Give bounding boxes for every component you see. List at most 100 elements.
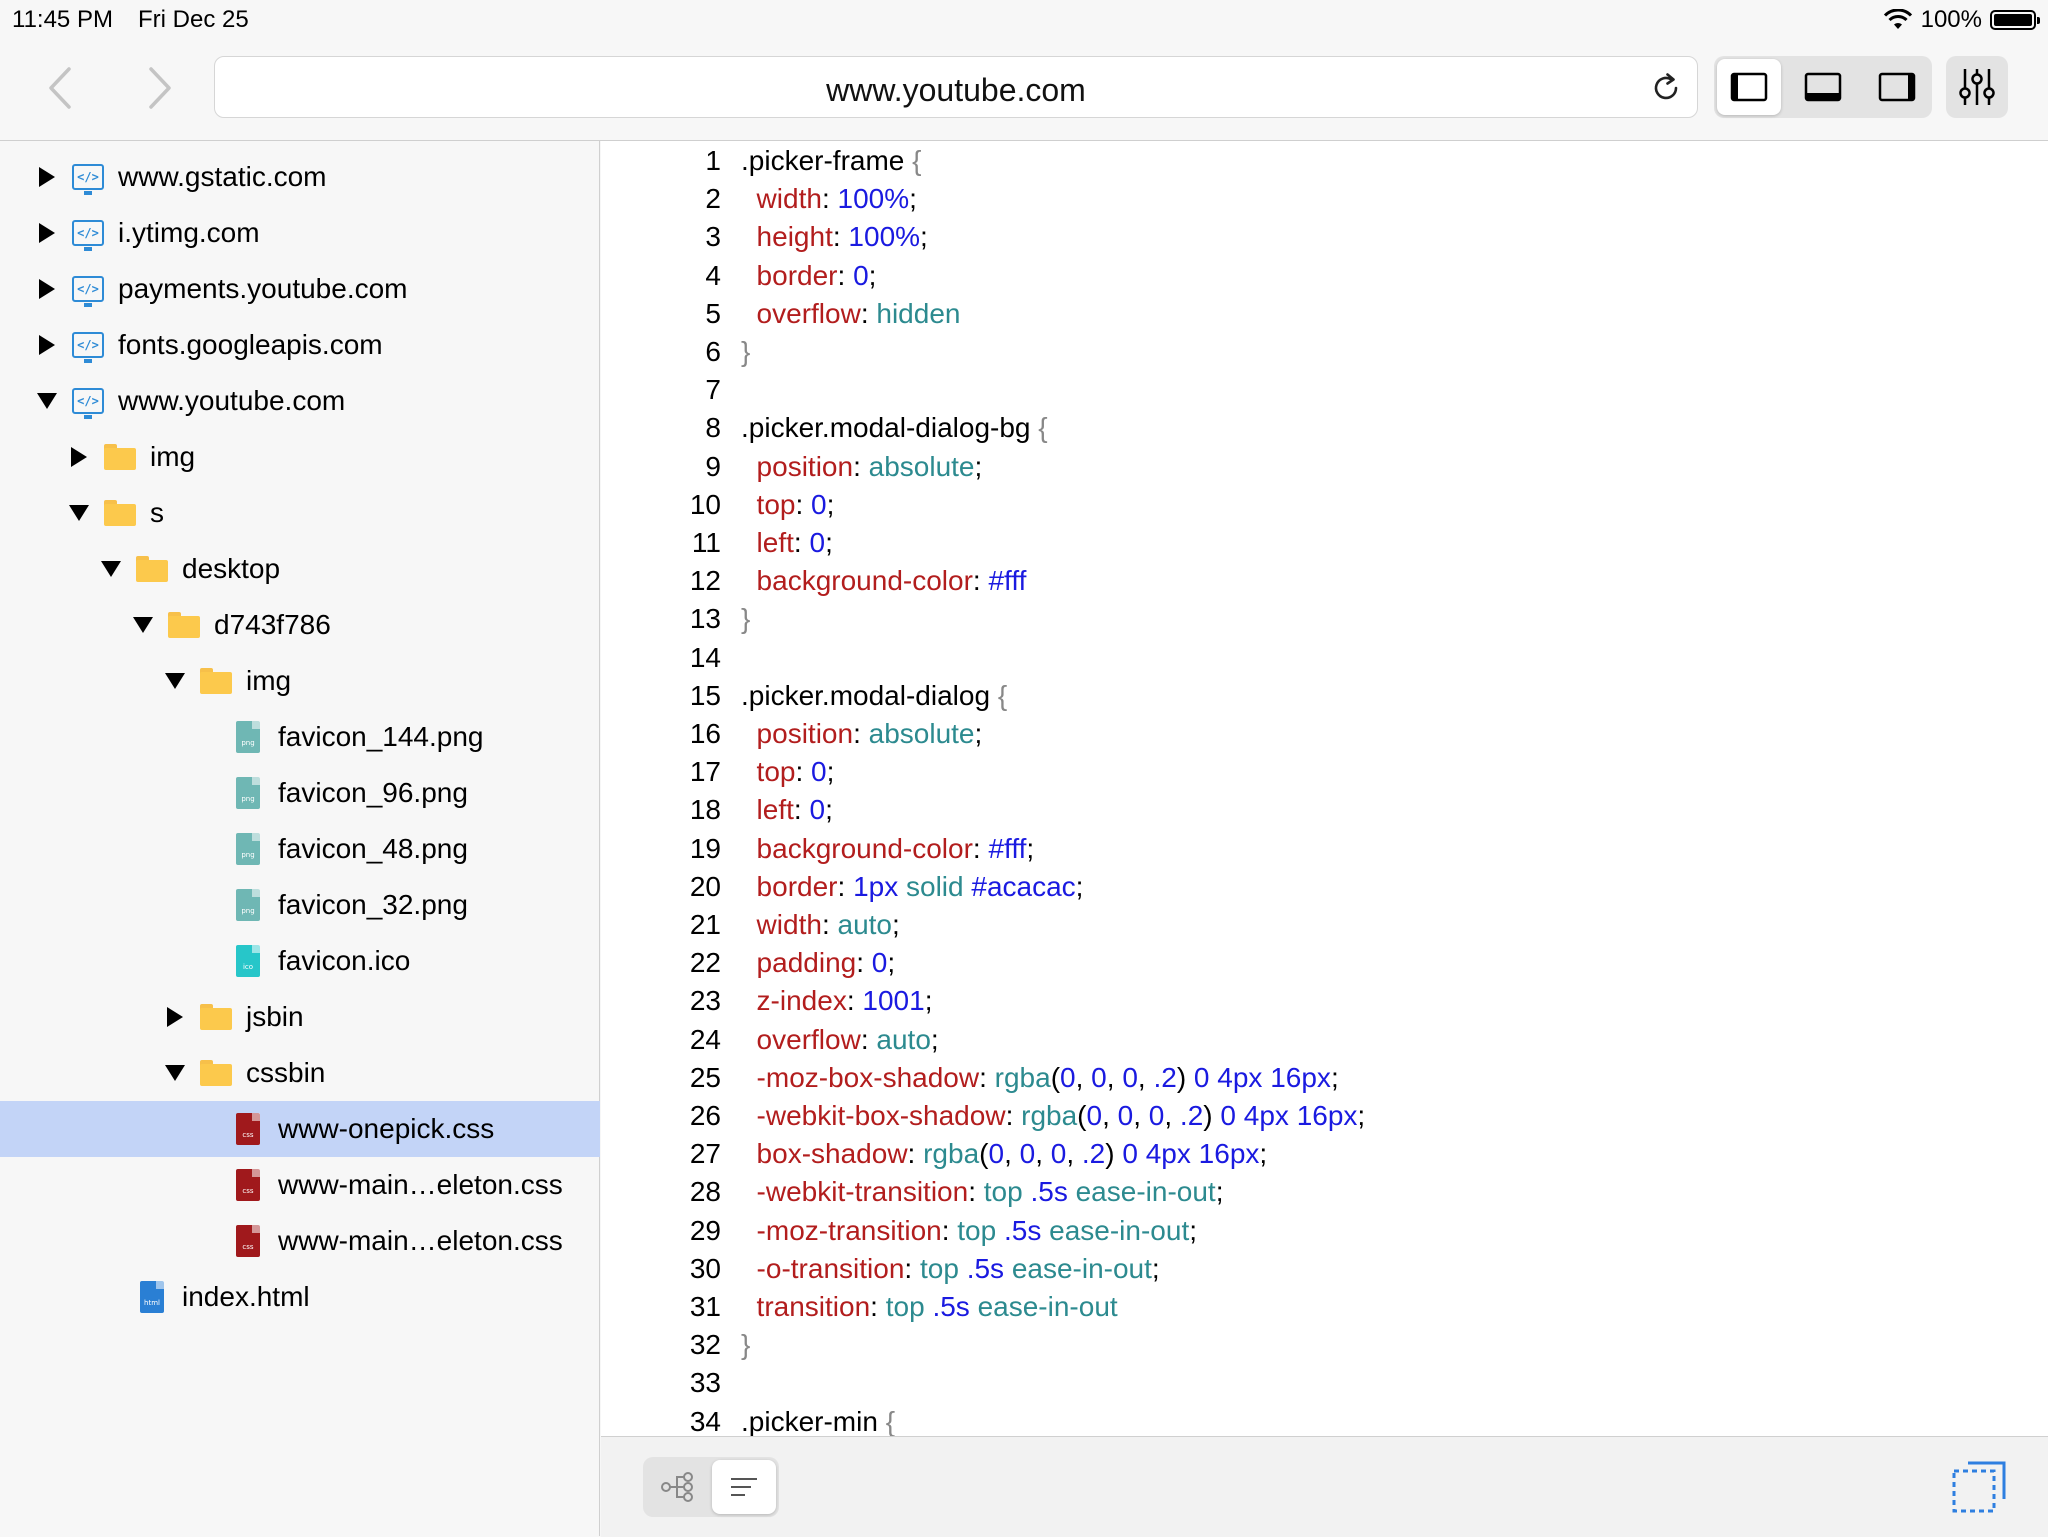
code-line: 25 -moz-box-shadow: rgba(0, 0, 0, .2) 0 …	[601, 1059, 1339, 1097]
disclosure-down-icon[interactable]	[68, 502, 90, 524]
disclosure-down-icon[interactable]	[36, 390, 58, 412]
disclosure-right-icon[interactable]	[36, 222, 58, 244]
line-number: 17	[689, 756, 721, 788]
disclosure-right-icon[interactable]	[36, 166, 58, 188]
code-line: 8 .picker.modal-dialog-bg {	[601, 409, 1047, 447]
code-text: height: 100%;	[741, 221, 928, 253]
code-line: 16 position: absolute;	[601, 715, 982, 753]
back-button[interactable]	[36, 64, 84, 112]
tree-row[interactable]: css www-main…eleton.css	[0, 1157, 600, 1213]
code-line: 34 .picker-min {	[601, 1403, 895, 1436]
line-number: 32	[689, 1329, 721, 1361]
tree-row[interactable]: d743f786	[0, 597, 600, 653]
left-sidebar-icon	[1730, 72, 1768, 102]
code-line: 4 border: 0;	[601, 257, 876, 295]
tree-row[interactable]: png favicon_96.png	[0, 765, 600, 821]
address-bar[interactable]: www.youtube.com	[214, 56, 1698, 118]
line-number: 20	[689, 870, 721, 902]
tree-row-label: www-main…eleton.css	[278, 1225, 563, 1256]
bottom-panel-icon	[1804, 72, 1842, 102]
tree-row[interactable]: </> www.gstatic.com	[0, 149, 600, 205]
forward-button[interactable]	[136, 64, 184, 112]
status-date: Fri Dec 25	[138, 6, 249, 33]
text-view-button[interactable]	[712, 1460, 776, 1514]
code-line: 19 background-color: #fff;	[601, 830, 1034, 868]
disclosure-down-icon[interactable]	[164, 1062, 186, 1084]
code-text: -o-transition: top .5s ease-in-out;	[741, 1252, 1160, 1284]
code-line: 12 background-color: #fff	[601, 562, 1027, 600]
disclosure-down-icon[interactable]	[164, 670, 186, 692]
tree-row[interactable]: jsbin	[0, 989, 600, 1045]
tree-row[interactable]: </> i.ytimg.com	[0, 205, 600, 261]
line-number: 18	[689, 794, 721, 826]
code-text: overflow: auto;	[741, 1023, 939, 1055]
status-right: 100%	[1883, 6, 2040, 34]
disclosure-right-icon[interactable]	[36, 278, 58, 300]
tree-row[interactable]: png favicon_144.png	[0, 709, 600, 765]
code-text: }	[741, 336, 751, 367]
code-line: 7	[601, 371, 741, 409]
address-url: www.youtube.com	[826, 72, 1086, 108]
view-mode-control	[643, 1457, 779, 1517]
line-number: 33	[689, 1367, 721, 1399]
png-file-icon: png	[232, 721, 264, 753]
folder-icon	[200, 1058, 232, 1088]
settings-button[interactable]	[1946, 56, 2008, 118]
tree-row-label: payments.youtube.com	[118, 273, 408, 304]
domain-icon: </>	[72, 386, 104, 419]
tree-row[interactable]: img	[0, 429, 600, 485]
tree-row[interactable]: desktop	[0, 541, 600, 597]
domain-icon: </>	[72, 218, 104, 251]
hierarchy-icon	[661, 1472, 693, 1502]
line-number: 24	[689, 1023, 721, 1055]
disclosure-down-icon[interactable]	[100, 558, 122, 580]
wifi-icon	[1883, 9, 1912, 29]
disclosure-right-icon[interactable]	[164, 1006, 186, 1028]
expand-icon[interactable]	[1950, 1457, 2010, 1517]
code-text: position: absolute;	[741, 450, 983, 482]
tree-row[interactable]: img	[0, 653, 600, 709]
folder-icon	[104, 442, 136, 472]
tree-row[interactable]: </> fonts.googleapis.com	[0, 317, 600, 373]
tree-row[interactable]: css www-main…eleton.css	[0, 1213, 600, 1269]
disclosure-right-icon[interactable]	[36, 334, 58, 356]
tree-row[interactable]: s	[0, 485, 600, 541]
code-text: z-index: 1001;	[741, 985, 933, 1017]
code-line: 9 position: absolute;	[601, 448, 982, 486]
tree-row[interactable]: cssbin	[0, 1045, 600, 1101]
code-text: transition: top .5s ease-in-out	[741, 1291, 1118, 1322]
code-line: 27 box-shadow: rgba(0, 0, 0, .2) 0 4px 1…	[601, 1135, 1267, 1173]
code-text: top: 0;	[741, 488, 835, 520]
layout-bottom-panel-button[interactable]	[1791, 59, 1855, 115]
tree-row[interactable]: </> payments.youtube.com	[0, 261, 600, 317]
tree-row-label: www.youtube.com	[118, 385, 346, 416]
tree-row[interactable]: </> www.youtube.com	[0, 373, 600, 429]
tree-row[interactable]: css www-onepick.css	[0, 1101, 600, 1157]
code-line: 29 -moz-transition: top .5s ease-in-out;	[601, 1212, 1197, 1250]
tree-row-label: www.gstatic.com	[118, 161, 327, 192]
status-bar: 11:45 PM Fri Dec 25 100%	[0, 0, 2048, 40]
code-text: .picker.modal-dialog {	[741, 679, 1008, 711]
code-text: border: 1px solid #acacac;	[741, 870, 1084, 902]
layout-left-sidebar-button[interactable]	[1717, 59, 1781, 115]
tree-row[interactable]: png favicon_48.png	[0, 821, 600, 877]
tree-row-label: i.ytimg.com	[118, 217, 260, 248]
code-text: width: auto;	[741, 909, 900, 940]
line-number: 13	[689, 603, 721, 635]
code-text: }	[741, 1329, 751, 1361]
disclosure-right-icon[interactable]	[68, 446, 90, 468]
tree-view-button[interactable]	[646, 1460, 710, 1514]
source-code-view[interactable]: 1 .picker-frame {2 width: 100%; 3 height: …	[601, 141, 2048, 1436]
disclosure-down-icon[interactable]	[132, 614, 154, 636]
code-line: 2 width: 100%;	[601, 180, 916, 218]
code-text: -moz-box-shadow: rgba(0, 0, 0, .2) 0 4px…	[741, 1061, 1339, 1093]
layout-right-sidebar-button[interactable]	[1865, 59, 1929, 115]
tree-row-label: desktop	[182, 553, 281, 584]
tree-row[interactable]: ico favicon.ico	[0, 933, 600, 989]
tree-row-label: favicon_32.png	[278, 889, 468, 920]
tree-row[interactable]: png favicon_32.png	[0, 877, 600, 933]
ico-file-icon: ico	[232, 945, 264, 977]
reload-icon[interactable]	[1649, 71, 1683, 105]
tree-row-label: img	[150, 441, 196, 472]
tree-row[interactable]: html index.html	[0, 1269, 600, 1325]
